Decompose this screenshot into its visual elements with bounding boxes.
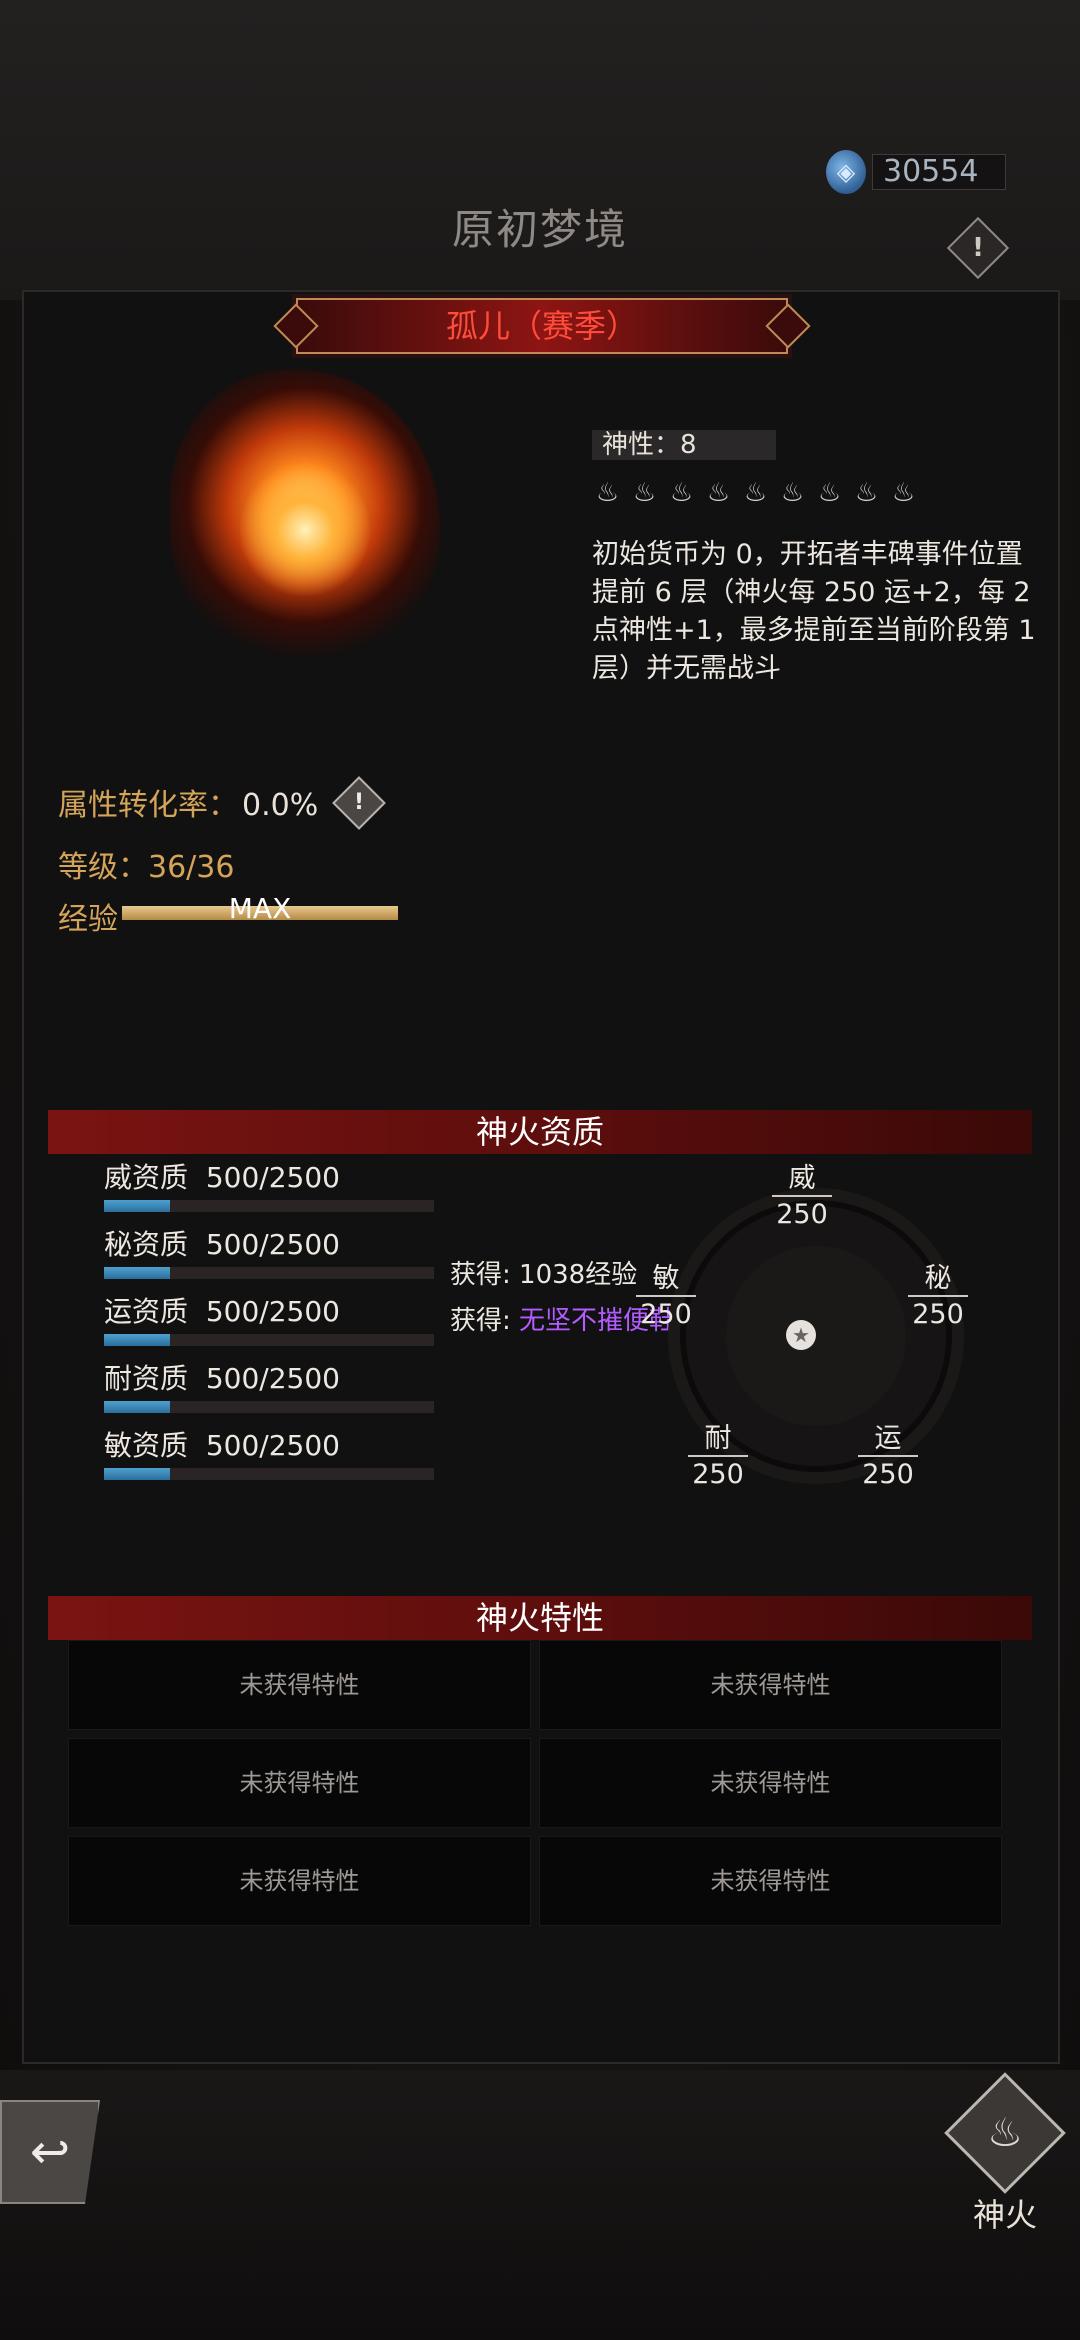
flame-icon: ♨ [595,478,620,508]
currency-display: ◈ 30554 [826,150,1006,194]
quality-value: 500/2500 [205,1228,340,1261]
level-text: 等级：36/36 [58,850,235,885]
quality-value: 500/2500 [205,1161,340,1194]
divine-fire-label: 神火 [972,2196,1037,2234]
divinity-label: 神性：8 [592,430,776,460]
radar-axis-nai: 耐 250 [688,1416,748,1490]
trait-slot[interactable]: 未获得特性 [539,1836,1002,1926]
page-title: 原初梦境 [451,205,628,254]
flame-icon: ♨ [817,478,842,508]
attr-rate: 属性转化率： 0.0% [58,780,318,824]
back-arrow-icon: ↩ [29,2124,71,2180]
trait-slot[interactable]: 未获得特性 [539,1738,1002,1828]
trait-slot[interactable]: 未获得特性 [68,1836,531,1926]
star-icon: ★ [786,1320,816,1350]
flame-icon: ♨ [669,478,694,508]
trait-slot[interactable]: 未获得特性 [68,1640,531,1730]
quality-value: 500/2500 [205,1295,340,1328]
exclamation-icon: ! [972,233,984,263]
flame-icon: ♨ [743,478,768,508]
divine-fire-icon: ♨ [944,2072,1066,2194]
flame-icon: ♨ [706,478,731,508]
quality-name: 敏资质 [104,1429,189,1462]
quality-row: 运资质 500/2500 [104,1290,444,1346]
divine-fire-core [240,460,370,600]
attr-rate-label: 属性转化率： [58,788,238,823]
quality-row: 耐资质 500/2500 [104,1357,444,1413]
flame-icon: ♨ [854,478,879,508]
quality-row: 威资质 500/2500 [104,1156,444,1212]
quality-bar-fill [104,1267,170,1279]
trait-slot[interactable]: 未获得特性 [68,1738,531,1828]
radar-axis-yun: 运 250 [858,1416,918,1490]
qualities-section-title: 神火资质 [48,1110,1032,1154]
back-button[interactable]: ↩ [0,2100,100,2204]
traits-section-title: 神火特性 [48,1596,1032,1640]
exclamation-icon: ! [353,790,365,815]
quality-bar-fill [104,1334,170,1346]
radar-axis-min: 敏 250 [636,1256,696,1330]
quality-row: 敏资质 500/2500 [104,1424,444,1480]
divinity-icons: ♨ ♨ ♨ ♨ ♨ ♨ ♨ ♨ ♨ [592,478,919,508]
quality-name: 秘资质 [104,1228,189,1261]
quality-name: 威资质 [104,1161,189,1194]
quality-bar-fill [104,1200,170,1212]
quality-value: 500/2500 [205,1362,340,1395]
traits-grid: 未获得特性 未获得特性 未获得特性 未获得特性 未获得特性 未获得特性 [68,1640,1002,1926]
quality-bar-fill [104,1401,170,1413]
footer-bar [0,2070,1080,2340]
radar-axis-mi: 秘 250 [908,1256,968,1330]
quality-value: 500/2500 [205,1429,340,1462]
quality-bar-fill [104,1468,170,1480]
exp-value: MAX [228,892,292,925]
gain-exp-text: 获得: 1038经验 [450,1260,638,1290]
gain-item-label: 获得: [450,1306,520,1336]
fire-description: 初始货币为 0，开拓者丰碑事件位置提前 6 层（神火每 250 运+2，每 2 … [592,539,1036,684]
quality-row: 秘资质 500/2500 [104,1223,444,1279]
quality-name: 运资质 [104,1295,189,1328]
season-banner: 孤儿（赛季） [296,298,788,354]
currency-gem-icon: ◈ [826,150,866,194]
attr-rate-value: 0.0% [242,788,319,823]
flame-icon: ♨ [891,478,916,508]
exp-label: 经验 [58,902,118,937]
flame-icon: ♨ [780,478,805,508]
quality-name: 耐资质 [104,1362,189,1395]
radar-axis-wei: 威 250 [772,1156,832,1230]
currency-value: 30554 [872,154,1006,190]
trait-slot[interactable]: 未获得特性 [539,1640,1002,1730]
divine-fire-button[interactable]: ♨ 神火 [944,2072,1066,2234]
flame-icon: ♨ [632,478,657,508]
